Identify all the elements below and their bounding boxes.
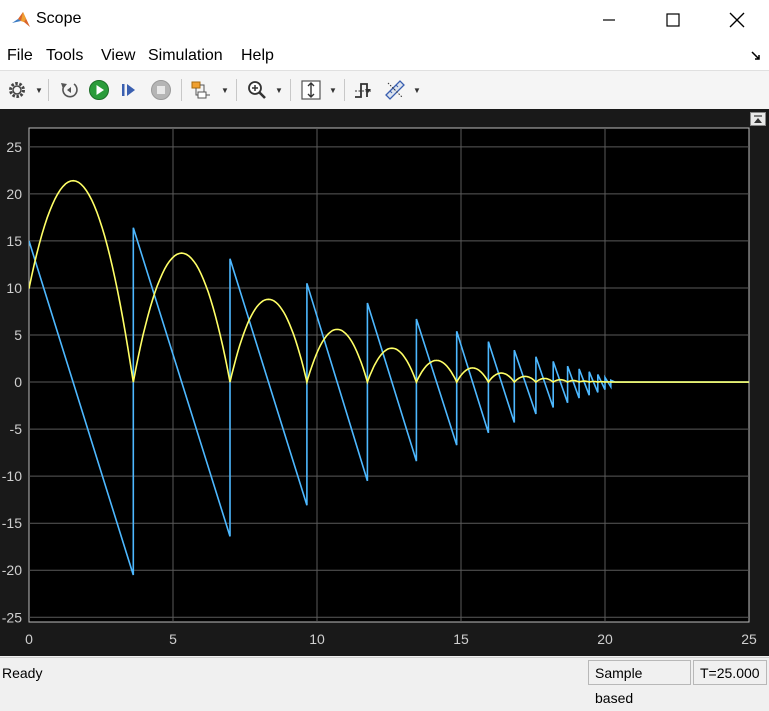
scope-chart[interactable]: 0 5 10 15 20 25 25 20 15 10 5 0 -5 -10 -15 -20 -25 (0, 109, 769, 656)
matlab-logo-icon (12, 12, 30, 27)
step-forward-icon (122, 84, 135, 96)
stop-icon (151, 80, 171, 100)
menu-file[interactable]: File (7, 47, 33, 65)
toolbar: ▼ ▼ ▼ ▼ ▼ (0, 70, 769, 110)
menu-help[interactable]: Help (241, 47, 274, 65)
zoom-dropdown[interactable]: ▼ (274, 77, 284, 103)
toolbar-separator (181, 79, 182, 101)
y-tick-label: 10 (6, 280, 22, 296)
toolbar-separator (344, 79, 345, 101)
window-title: Scope (36, 10, 82, 27)
y-tick-label: -10 (2, 468, 22, 484)
settings-dropdown[interactable]: ▼ (34, 77, 44, 103)
measurements-button[interactable] (382, 77, 408, 103)
autoscale-button[interactable] (298, 77, 324, 103)
highlight-block-dropdown[interactable]: ▼ (220, 77, 230, 103)
gear-icon (9, 82, 25, 98)
ruler-icon (385, 80, 405, 100)
status-ready: Ready (2, 665, 43, 681)
x-tick-label: 20 (597, 631, 613, 647)
expand-toolstrip-button[interactable] (750, 112, 766, 126)
zoom-button[interactable] (244, 77, 270, 103)
menu-view[interactable]: View (101, 47, 135, 65)
scope-display: 0 5 10 15 20 25 25 20 15 10 5 0 -5 -10 -15 -20 -25 (0, 109, 769, 656)
zoom-in-icon (248, 81, 266, 99)
menu-tools[interactable]: Tools (46, 47, 83, 65)
status-bar: Ready Sample based T=25.000 (0, 657, 769, 706)
status-time: T=25.000 (693, 660, 767, 685)
y-tick-label: -20 (2, 562, 22, 578)
y-tick-label: 20 (6, 186, 22, 202)
measurements-dropdown[interactable]: ▼ (412, 77, 422, 103)
play-icon (89, 80, 109, 100)
undock-arrow-icon[interactable] (751, 51, 763, 61)
toolbar-separator (290, 79, 291, 101)
run-button[interactable] (86, 77, 112, 103)
autoscale-dropdown[interactable]: ▼ (328, 77, 338, 103)
scale-axes-icon (301, 80, 321, 100)
triggers-button[interactable] (350, 77, 376, 103)
minimize-button[interactable] (586, 0, 632, 40)
minimize-icon (603, 19, 615, 21)
step-back-button[interactable] (56, 77, 82, 103)
settings-button[interactable] (4, 77, 30, 103)
toolbar-separator (236, 79, 237, 101)
y-tick-label: 15 (6, 233, 22, 249)
maximize-button[interactable] (650, 0, 696, 40)
close-icon (729, 12, 745, 28)
x-tick-label: 5 (169, 631, 177, 647)
block-diagram-icon (191, 81, 210, 99)
x-tick-label: 10 (309, 631, 325, 647)
close-button[interactable] (714, 0, 760, 40)
step-back-icon (61, 83, 78, 98)
title-bar: Scope (0, 0, 769, 40)
y-tick-label: 0 (14, 374, 22, 390)
highlight-block-button[interactable] (188, 77, 214, 103)
step-forward-button[interactable] (116, 77, 142, 103)
x-tick-label: 15 (453, 631, 469, 647)
x-tick-label: 25 (741, 631, 757, 647)
x-tick-label: 0 (25, 631, 33, 647)
y-tick-label: -5 (10, 421, 23, 437)
y-tick-label: 25 (6, 139, 22, 155)
y-tick-label: -15 (2, 515, 22, 531)
status-mode: Sample based (588, 660, 691, 706)
y-tick-label: -25 (2, 609, 22, 625)
expand-arrow-icon (754, 115, 762, 123)
trigger-icon (355, 83, 371, 98)
stop-button[interactable] (148, 77, 174, 103)
menu-bar: File Tools View Simulation Help (0, 40, 769, 70)
toolbar-separator (48, 79, 49, 101)
y-tick-label: 5 (14, 327, 22, 343)
menu-simulation[interactable]: Simulation (148, 47, 223, 65)
maximize-icon (666, 13, 680, 27)
